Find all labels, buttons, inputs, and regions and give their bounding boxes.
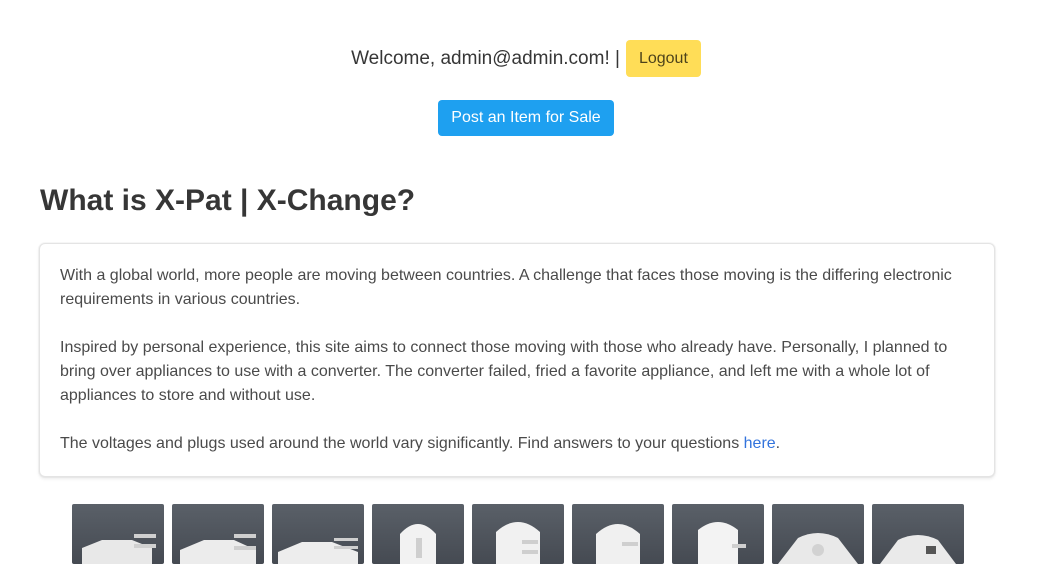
plug-type-gallery xyxy=(72,504,964,564)
plug-type-d-icon[interactable] xyxy=(372,504,464,564)
voltage-text: The voltages and plugs used around the w… xyxy=(60,435,744,452)
plug-type-i-icon[interactable] xyxy=(872,504,964,564)
plug-type-g-icon[interactable] xyxy=(672,504,764,564)
page-title: What is X-Pat | X-Change? xyxy=(40,184,416,217)
plug-type-e-icon[interactable] xyxy=(472,504,564,564)
about-box: With a global world, more people are mov… xyxy=(39,243,995,477)
plug-type-b-icon[interactable] xyxy=(172,504,264,564)
post-item-row: Post an Item for Sale xyxy=(0,100,1052,136)
plug-type-a-icon[interactable] xyxy=(72,504,164,564)
plug-type-f-icon[interactable] xyxy=(572,504,664,564)
post-item-button[interactable]: Post an Item for Sale xyxy=(438,100,614,136)
plug-type-h-icon[interactable] xyxy=(772,504,864,564)
welcome-text: Welcome, admin@admin.com! | xyxy=(351,47,620,69)
plug-type-c-icon[interactable] xyxy=(272,504,364,564)
about-paragraph-1: With a global world, more people are mov… xyxy=(60,267,952,308)
voltage-end: . xyxy=(775,435,781,452)
voltage-help-link[interactable]: here xyxy=(744,435,776,452)
about-paragraph-2: Inspired by personal experience, this si… xyxy=(60,339,948,404)
voltage-paragraph: The voltages and plugs used around the w… xyxy=(60,432,974,456)
welcome-bar: Welcome, admin@admin.com! | Logout xyxy=(0,40,1052,77)
logout-button[interactable]: Logout xyxy=(625,40,701,77)
